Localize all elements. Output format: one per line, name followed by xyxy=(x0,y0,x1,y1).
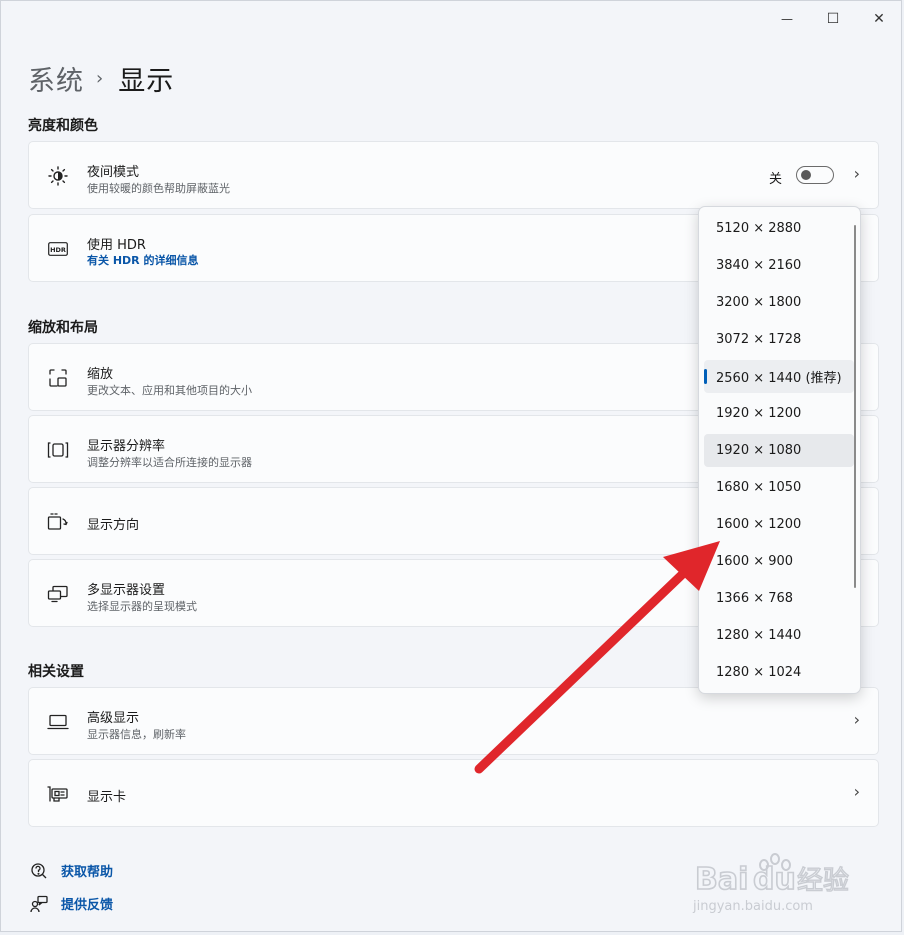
scale-title: 缩放 xyxy=(87,367,114,382)
resolution-option[interactable]: 1920 × 1200 xyxy=(704,397,854,430)
resolution-option[interactable]: 2560 × 1440 (推荐) xyxy=(704,360,854,393)
orientation-icon xyxy=(47,511,69,533)
minimize-icon: — xyxy=(781,12,793,26)
graphics-card[interactable]: 显示卡 › xyxy=(28,759,879,827)
multi-display-subtitle: 选择显示器的呈现模式 xyxy=(87,600,197,613)
section-title-scale-layout: 缩放和布局 xyxy=(28,320,98,336)
resolution-option-label: 1280 × 1440 xyxy=(716,628,802,643)
breadcrumb-separator: › xyxy=(96,68,105,89)
settings-window: — ☐ ✕ 系统 › 显示 亮度和颜色 夜间模式 使用较暖的颜色帮助屏蔽蓝光 关… xyxy=(0,0,902,932)
resolution-option-label: 3840 × 2160 xyxy=(716,258,802,273)
resolution-option-label: 1920 × 1200 xyxy=(716,406,802,421)
resolution-option-label: 5120 × 2880 xyxy=(716,221,802,236)
resolution-dropdown[interactable]: 5120 × 2880 3840 × 2160 3200 × 1800 3072 × … xyxy=(698,206,861,694)
scale-icon xyxy=(47,367,69,389)
resolution-option-label: 1600 × 900 xyxy=(716,554,794,569)
gpu-icon xyxy=(47,783,69,805)
minimize-button[interactable]: — xyxy=(767,7,807,31)
resolution-option[interactable]: 1280 × 1440 xyxy=(704,619,854,652)
advanced-display-card[interactable]: 高级显示 显示器信息，刷新率 › xyxy=(28,687,879,755)
selected-indicator xyxy=(704,369,707,384)
multi-display-icon xyxy=(47,583,69,605)
svg-text:HDR: HDR xyxy=(50,246,66,254)
night-mode-subtitle: 使用较暖的颜色帮助屏蔽蓝光 xyxy=(87,182,230,195)
resolution-title: 显示器分辨率 xyxy=(87,439,166,454)
resolution-option-label: 1920 × 1080 xyxy=(716,443,802,458)
section-title-brightness: 亮度和颜色 xyxy=(28,118,98,134)
monitor-icon xyxy=(47,711,69,733)
chevron-right-icon: › xyxy=(853,164,860,183)
section-title-related: 相关设置 xyxy=(28,664,84,680)
resolution-option-label: 1600 × 1200 xyxy=(716,517,802,532)
close-icon: ✕ xyxy=(873,11,885,27)
night-mode-card[interactable]: 夜间模式 使用较暖的颜色帮助屏蔽蓝光 关 › xyxy=(28,141,879,209)
resolution-option-label: 1366 × 768 xyxy=(716,591,794,606)
resolution-option[interactable]: 3200 × 1800 xyxy=(704,286,854,319)
maximize-button[interactable]: ☐ xyxy=(813,7,853,31)
feedback-label: 提供反馈 xyxy=(61,898,114,913)
resolution-option-label: 3200 × 1800 xyxy=(716,295,802,310)
page-title: 显示 xyxy=(118,66,175,97)
close-button[interactable]: ✕ xyxy=(859,7,899,31)
svg-text:du: du xyxy=(753,862,796,897)
night-mode-toggle-label: 关 xyxy=(768,172,782,187)
help-icon xyxy=(28,862,50,880)
resolution-option-label: 1680 × 1050 xyxy=(716,480,802,495)
night-mode-title: 夜间模式 xyxy=(87,165,140,180)
chevron-right-icon: › xyxy=(853,710,860,729)
multi-display-title: 多显示器设置 xyxy=(87,583,166,598)
svg-text:经验: 经验 xyxy=(797,866,849,896)
advanced-display-title: 高级显示 xyxy=(87,711,140,726)
brightness-icon xyxy=(47,165,69,187)
resolution-option[interactable]: 3840 × 2160 xyxy=(704,249,854,282)
get-help-link[interactable]: 获取帮助 xyxy=(28,861,113,880)
resolution-option[interactable]: 3072 × 1728 xyxy=(704,323,854,356)
resolution-option[interactable]: 1680 × 1050 xyxy=(704,471,854,504)
resolution-option[interactable]: 1920 × 1080 xyxy=(704,434,854,467)
hdr-title: 使用 HDR xyxy=(87,238,146,253)
night-mode-toggle[interactable] xyxy=(796,166,834,184)
hdr-details-link[interactable]: 有关 HDR 的详细信息 xyxy=(87,252,198,268)
scale-subtitle: 更改文本、应用和其他项目的大小 xyxy=(87,384,252,397)
feedback-icon xyxy=(28,895,50,913)
resolution-option[interactable]: 1280 × 1024 xyxy=(704,656,854,689)
baidu-watermark-logo: Bai du 经验 jingyan.baidu.com xyxy=(692,853,850,914)
advanced-display-subtitle: 显示器信息，刷新率 xyxy=(87,728,186,741)
feedback-link[interactable]: 提供反馈 xyxy=(28,894,113,913)
resolution-option[interactable]: 1600 × 1200 xyxy=(704,508,854,541)
toggle-knob xyxy=(801,170,811,180)
resolution-option[interactable]: 1366 × 768 xyxy=(704,582,854,615)
resolution-subtitle: 调整分辨率以适合所连接的显示器 xyxy=(87,456,252,469)
resolution-option[interactable]: 5120 × 2880 xyxy=(704,212,854,245)
get-help-label: 获取帮助 xyxy=(61,865,114,880)
resolution-icon xyxy=(47,439,69,461)
maximize-icon: ☐ xyxy=(826,11,840,27)
breadcrumb-parent[interactable]: 系统 xyxy=(28,59,84,98)
hdr-icon: HDR xyxy=(47,238,69,260)
resolution-option[interactable]: 1600 × 900 xyxy=(704,545,854,578)
resolution-option-label: 1280 × 1024 xyxy=(716,665,802,680)
svg-text:Bai: Bai xyxy=(695,862,748,897)
chevron-right-icon: › xyxy=(853,782,860,801)
graphics-title: 显示卡 xyxy=(87,790,127,805)
resolution-option-label: 2560 × 1440 (推荐) xyxy=(716,371,842,386)
resolution-option-label: 3072 × 1728 xyxy=(716,332,802,347)
breadcrumb: 系统 › 显示 xyxy=(28,59,174,98)
orientation-title: 显示方向 xyxy=(87,518,140,533)
dropdown-scrollbar[interactable] xyxy=(854,225,856,588)
svg-text:jingyan.baidu.com: jingyan.baidu.com xyxy=(692,899,813,914)
